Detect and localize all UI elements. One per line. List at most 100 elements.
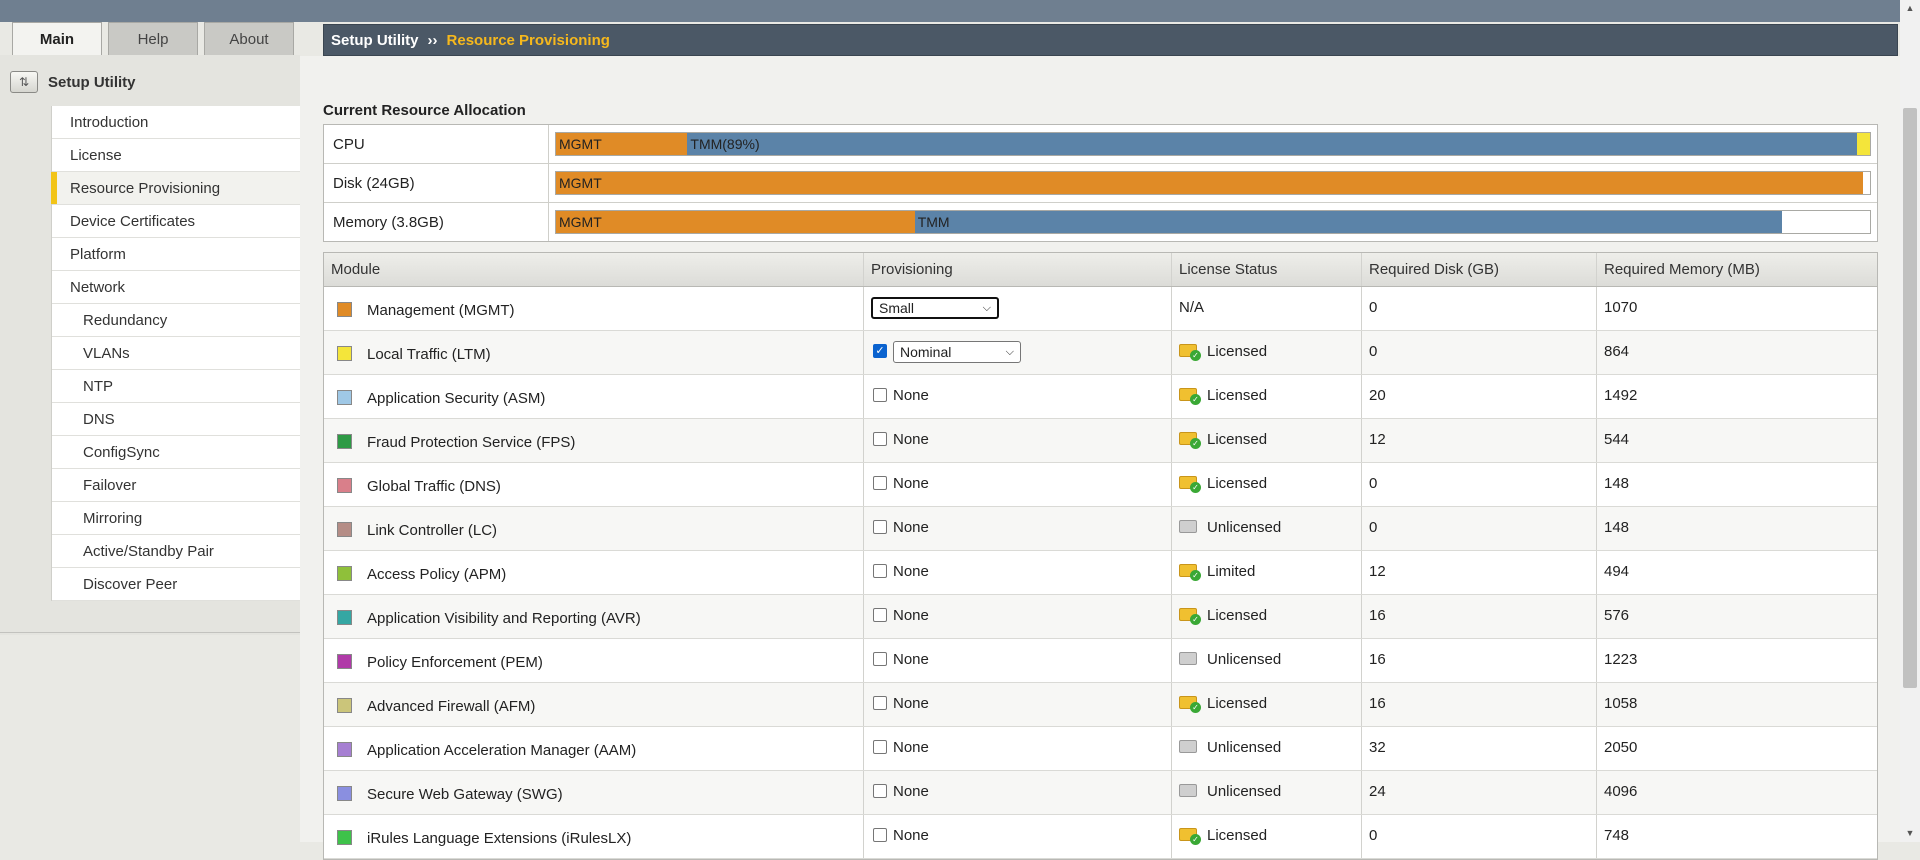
licensed-icon: ✓ <box>1179 827 1201 845</box>
table-row: Secure Web Gateway (SWG) None Unlicensed 24… <box>324 771 1877 815</box>
table-row: Fraud Protection Service (FPS) None ✓ Licen… <box>324 419 1877 463</box>
provisioning-cell: None <box>864 727 1172 770</box>
provisioning-select[interactable]: Nominal ⌵ <box>893 341 1021 363</box>
license-status: Licensed <box>1207 827 1268 844</box>
sidebar-item-redundancy[interactable]: Redundancy <box>52 304 301 337</box>
license-status: Licensed <box>1207 387 1268 404</box>
module-cell: Link Controller (LC) <box>324 507 864 550</box>
sidebar-item-license[interactable]: License <box>52 139 301 172</box>
sidebar-item-mirroring[interactable]: Mirroring <box>52 502 301 535</box>
unlicensed-icon <box>1179 519 1199 535</box>
license-status: Licensed <box>1207 431 1268 448</box>
provision-checkbox[interactable] <box>873 432 887 446</box>
provision-checkbox[interactable]: ✓ <box>873 344 887 358</box>
scroll-up-icon[interactable]: ▲ <box>1903 3 1917 13</box>
setup-utility-icon[interactable]: ⇅ <box>10 71 38 93</box>
license-cell: ✓ Licensed <box>1172 595 1362 638</box>
license-status: Licensed <box>1207 607 1268 624</box>
provisioning-value: None <box>893 607 929 624</box>
provisioning-cell: None <box>864 419 1172 462</box>
module-color-swatch <box>337 654 352 669</box>
sidebar-item-device-certificates[interactable]: Device Certificates <box>52 205 301 238</box>
sidebar-item-dns[interactable]: DNS <box>52 403 301 436</box>
provision-checkbox[interactable] <box>873 828 887 842</box>
provisioning-value: None <box>893 739 929 756</box>
required-memory-cell: 544 <box>1604 431 1630 448</box>
module-name: Secure Web Gateway (SWG) <box>367 786 563 803</box>
required-disk-cell: 0 <box>1362 463 1597 506</box>
license-status: Unlicensed <box>1207 739 1282 756</box>
breadcrumb-root[interactable]: Setup Utility <box>331 32 419 49</box>
allocation-bar: MGMT <box>555 171 1871 195</box>
license-cell: ✓ Limited <box>1172 551 1362 594</box>
sidebar-item-vlans[interactable]: VLANs <box>52 337 301 370</box>
license-cell: ✓ Licensed <box>1172 331 1362 374</box>
licensed-icon: ✓ <box>1179 563 1201 581</box>
sidebar-item-resource-provisioning[interactable]: Resource Provisioning <box>51 172 301 205</box>
required-memory-cell: 1223 <box>1604 651 1638 668</box>
provisioning-value: None <box>893 783 929 800</box>
scroll-down-icon[interactable]: ▼ <box>1903 828 1917 838</box>
license-cell: ✓ Licensed <box>1172 683 1362 726</box>
sidebar-item-discover-peer[interactable]: Discover Peer <box>52 568 301 601</box>
allocation-bar: MGMT TMM(89%) <box>555 132 1871 156</box>
table-header-row: Module Provisioning License Status Requi… <box>324 253 1877 287</box>
license-cell: N/A <box>1172 287 1362 330</box>
tab-about[interactable]: About <box>204 22 294 55</box>
provision-checkbox[interactable] <box>873 608 887 622</box>
module-cell: Policy Enforcement (PEM) <box>324 639 864 682</box>
provision-checkbox[interactable] <box>873 784 887 798</box>
provision-checkbox[interactable] <box>873 564 887 578</box>
provisioning-cell: None <box>864 639 1172 682</box>
license-status: Licensed <box>1207 695 1268 712</box>
module-name: Application Acceleration Manager (AAM) <box>367 742 637 759</box>
table-row: iRules Language Extensions (iRulesLX) Non… <box>324 815 1877 859</box>
mgmt-segment: MGMT <box>556 211 915 233</box>
sidebar-item-failover[interactable]: Failover <box>52 469 301 502</box>
required-disk-cell: 12 <box>1362 419 1597 462</box>
sidebar-item-platform[interactable]: Platform <box>52 238 301 271</box>
provision-checkbox[interactable] <box>873 520 887 534</box>
provisioning-value: None <box>893 563 929 580</box>
tab-help[interactable]: Help <box>108 22 198 55</box>
provision-checkbox[interactable] <box>873 476 887 490</box>
required-disk-cell: 32 <box>1362 727 1597 770</box>
module-color-swatch <box>337 302 352 317</box>
sidebar-item-introduction[interactable]: Introduction <box>52 106 301 139</box>
provisioning-cell: None <box>864 551 1172 594</box>
column-header-module: Module <box>324 253 864 286</box>
provisioning-select-value: Small <box>879 300 915 316</box>
provision-checkbox[interactable] <box>873 652 887 666</box>
chevron-down-icon: ⌵ <box>982 301 991 314</box>
module-cell: Application Visibility and Reporting (AV… <box>324 595 864 638</box>
provisioning-cell: None <box>864 595 1172 638</box>
provisioning-select[interactable]: Small ⌵ <box>871 297 999 319</box>
required-memory-cell: 748 <box>1604 827 1630 844</box>
sidebar-item-active-standby-pair[interactable]: Active/Standby Pair <box>52 535 301 568</box>
table-row: Local Traffic (LTM) ✓ Nominal ⌵ ✓ Licensed 0 86… <box>324 331 1877 375</box>
sidebar-item-network[interactable]: Network <box>52 271 301 304</box>
license-cell: Unlicensed <box>1172 771 1362 814</box>
table-row: Application Acceleration Manager (AAM) No… <box>324 727 1877 771</box>
provision-checkbox[interactable] <box>873 696 887 710</box>
tab-main[interactable]: Main <box>12 22 102 55</box>
allocation-row-cpu: CPU MGMT TMM(89%) <box>324 125 1877 164</box>
provision-checkbox[interactable] <box>873 740 887 754</box>
main-tabs: Main Help About <box>12 22 294 55</box>
provisioning-value: None <box>893 651 929 668</box>
provision-checkbox[interactable] <box>873 388 887 402</box>
scrollbar-thumb[interactable] <box>1903 108 1917 688</box>
module-table: Module Provisioning License Status Requi… <box>323 252 1878 860</box>
required-disk-cell: 16 <box>1362 683 1597 726</box>
module-color-swatch <box>337 566 352 581</box>
license-cell: ✓ Licensed <box>1172 375 1362 418</box>
module-color-swatch <box>337 742 352 757</box>
setup-utility-title: Setup Utility <box>48 73 136 91</box>
allocation-title: Current Resource Allocation <box>323 102 526 119</box>
provisioning-cell: None <box>864 375 1172 418</box>
sidebar-item-configsync[interactable]: ConfigSync <box>52 436 301 469</box>
module-name: Policy Enforcement (PEM) <box>367 654 543 671</box>
sidebar-item-ntp[interactable]: NTP <box>52 370 301 403</box>
tmm-segment: TMM(89%) <box>687 133 1857 155</box>
module-rows: Management (MGMT) Small ⌵ N/A 0 1070 Local Tra… <box>324 287 1877 859</box>
